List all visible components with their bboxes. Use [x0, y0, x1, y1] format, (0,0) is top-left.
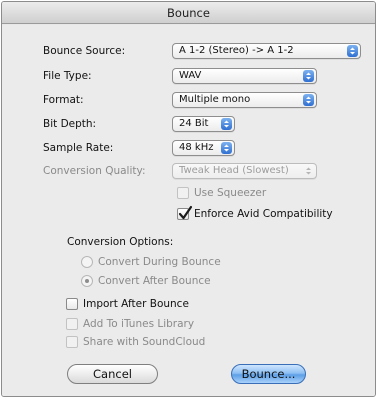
sample-rate-value: 48 kHz: [179, 142, 214, 153]
file-type-popup[interactable]: WAV: [172, 68, 317, 84]
format-label: Format:: [43, 94, 84, 106]
popup-arrows-icon: [221, 118, 232, 130]
bounce-source-label: Bounce Source:: [43, 45, 126, 57]
use-squeezer-label: Use Squeezer: [194, 187, 267, 199]
enforce-avid-label: Enforce Avid Compatibility: [194, 208, 333, 220]
use-squeezer-checkbox[interactable]: [177, 187, 189, 199]
conversion-quality-value: Tweak Head (Slowest): [179, 165, 289, 176]
dialog-title: Bounce: [2, 2, 375, 24]
file-type-value: WAV: [179, 70, 202, 81]
share-soundcloud-label: Share with SoundCloud: [83, 336, 206, 348]
bounce-source-popup[interactable]: A 1-2 (Stereo) -> A 1-2: [172, 43, 361, 59]
bounce-dialog: Bounce Bounce Source: A 1-2 (Stereo) -> …: [1, 1, 376, 397]
radio-selected-dot: [85, 279, 89, 283]
sample-rate-popup[interactable]: 48 kHz: [172, 140, 235, 156]
bounce-button[interactable]: Bounce...: [231, 364, 306, 384]
share-soundcloud-checkbox[interactable]: [66, 336, 78, 348]
add-to-itunes-checkbox[interactable]: [66, 318, 78, 330]
convert-during-bounce-radio[interactable]: [81, 256, 93, 268]
conversion-quality-label: Conversion Quality:: [43, 165, 146, 177]
bit-depth-popup[interactable]: 24 Bit: [172, 116, 235, 132]
add-to-itunes-label: Add To iTunes Library: [83, 318, 195, 330]
format-popup[interactable]: Multiple mono: [172, 92, 317, 108]
import-after-bounce-checkbox[interactable]: [66, 298, 78, 310]
conversion-options-heading: Conversion Options:: [67, 236, 174, 248]
convert-after-bounce-label: Convert After Bounce: [98, 275, 211, 287]
convert-after-bounce-radio[interactable]: [81, 275, 93, 287]
sample-rate-label: Sample Rate:: [43, 142, 114, 154]
convert-during-bounce-label: Convert During Bounce: [98, 256, 221, 268]
checkmark-icon: [178, 205, 193, 220]
popup-arrows-icon: [347, 45, 358, 57]
bit-depth-label: Bit Depth:: [43, 118, 97, 130]
bit-depth-value: 24 Bit: [179, 118, 209, 129]
conversion-quality-popup[interactable]: Tweak Head (Slowest): [172, 163, 317, 179]
enforce-avid-checkbox[interactable]: [177, 205, 193, 220]
popup-arrows-icon: [303, 94, 314, 106]
popup-arrows-icon: [303, 165, 314, 177]
cancel-button[interactable]: Cancel: [67, 364, 158, 384]
popup-arrows-icon: [221, 142, 232, 154]
format-value: Multiple mono: [179, 94, 251, 105]
dialog-body: Bounce Source: A 1-2 (Stereo) -> A 1-2 F…: [2, 25, 375, 396]
file-type-label: File Type:: [43, 70, 92, 82]
popup-arrows-icon: [303, 70, 314, 82]
import-after-bounce-label: Import After Bounce: [83, 298, 189, 310]
bounce-source-value: A 1-2 (Stereo) -> A 1-2: [179, 45, 294, 56]
